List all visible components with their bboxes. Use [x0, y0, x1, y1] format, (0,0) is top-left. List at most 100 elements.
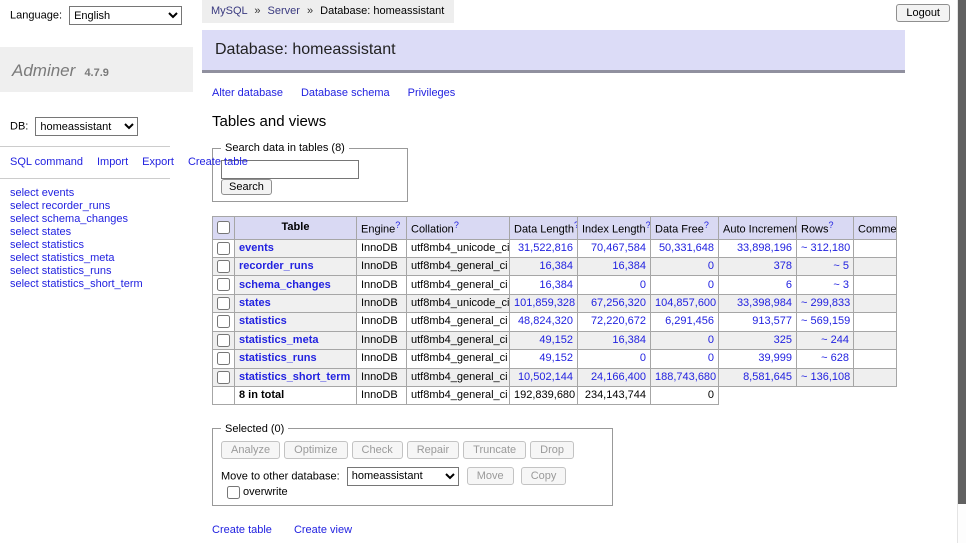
data-length-link[interactable]: 31,522,816: [518, 242, 573, 254]
selected-action-button[interactable]: Optimize: [284, 441, 347, 459]
search-button[interactable]: Search: [221, 179, 272, 195]
logout-button[interactable]: Logout: [896, 4, 950, 22]
data-free-link[interactable]: 0: [708, 352, 714, 364]
index-length-link[interactable]: 16,384: [612, 334, 646, 346]
auto-increment-link[interactable]: 33,898,196: [737, 242, 792, 254]
auto-increment-link[interactable]: 6: [786, 279, 792, 291]
data-length-link[interactable]: 16,384: [539, 260, 573, 272]
breadcrumb-link-mysql[interactable]: MySQL: [211, 5, 247, 17]
help-link-icon[interactable]: ?: [829, 220, 834, 230]
data-free-link[interactable]: 104,857,600: [655, 297, 716, 309]
row-checkbox[interactable]: [217, 315, 230, 328]
row-checkbox[interactable]: [217, 371, 230, 384]
row-checkbox[interactable]: [217, 352, 230, 365]
sidebar-table-link[interactable]: select recorder_runs: [10, 200, 183, 213]
data-free-link[interactable]: 0: [708, 334, 714, 346]
page-title: Database: homeassistant: [202, 30, 905, 73]
index-length-link[interactable]: 0: [640, 279, 646, 291]
sidebar-action-link[interactable]: Create table: [188, 156, 248, 168]
page-scrollbar[interactable]: [957, 0, 966, 543]
create-link[interactable]: Create view: [294, 524, 352, 536]
sidebar-action-link[interactable]: Import: [97, 156, 128, 168]
rows-link[interactable]: ~ 628: [821, 352, 849, 364]
cell-data-free: 0: [651, 276, 719, 294]
table-name-link[interactable]: statistics_runs: [239, 352, 317, 364]
database-action-link[interactable]: Alter database: [212, 87, 283, 99]
rows-link[interactable]: ~ 244: [821, 334, 849, 346]
index-length-link[interactable]: 70,467,584: [591, 242, 646, 254]
copy-button[interactable]: Copy: [521, 467, 567, 485]
create-link[interactable]: Create table: [212, 524, 272, 536]
rows-link[interactable]: ~ 299,833: [801, 297, 850, 309]
rows-link[interactable]: ~ 312,180: [801, 242, 850, 254]
sidebar-action-link[interactable]: Export: [142, 156, 174, 168]
data-free-link[interactable]: 50,331,648: [659, 242, 714, 254]
table-name-link[interactable]: states: [239, 297, 271, 309]
sidebar-table-link[interactable]: select statistics: [10, 239, 183, 252]
help-link-icon[interactable]: ?: [704, 220, 709, 230]
help-link-icon[interactable]: ?: [646, 220, 651, 230]
help-link-icon[interactable]: ?: [574, 220, 578, 230]
select-all-checkbox[interactable]: [217, 221, 230, 234]
sidebar-table-link[interactable]: select statistics_short_term: [10, 278, 183, 291]
breadcrumb-link-server[interactable]: Server: [268, 5, 300, 17]
index-length-link[interactable]: 67,256,320: [591, 297, 646, 309]
auto-increment-link[interactable]: 378: [774, 260, 792, 272]
rows-link[interactable]: ~ 136,108: [801, 371, 850, 383]
auto-increment-link[interactable]: 33,398,984: [737, 297, 792, 309]
row-checkbox[interactable]: [217, 278, 230, 291]
selected-action-button[interactable]: Truncate: [463, 441, 526, 459]
data-length-link[interactable]: 101,859,328: [514, 297, 575, 309]
selected-action-button[interactable]: Analyze: [221, 441, 280, 459]
data-free-link[interactable]: 6,291,456: [665, 315, 714, 327]
table-name-link[interactable]: events: [239, 242, 274, 254]
index-length-link[interactable]: 0: [640, 352, 646, 364]
sidebar-table-link[interactable]: select events: [10, 187, 183, 200]
row-checkbox[interactable]: [217, 297, 230, 310]
table-name-link[interactable]: recorder_runs: [239, 260, 314, 272]
row-checkbox[interactable]: [217, 334, 230, 347]
help-link-icon[interactable]: ?: [395, 220, 400, 230]
index-length-link[interactable]: 72,220,672: [591, 315, 646, 327]
selected-action-button[interactable]: Drop: [530, 441, 574, 459]
database-action-link[interactable]: Database schema: [301, 87, 390, 99]
sidebar-action-link[interactable]: SQL command: [10, 156, 83, 168]
rows-link[interactable]: ~ 3: [833, 279, 849, 291]
data-length-link[interactable]: 10,502,144: [518, 371, 573, 383]
sidebar-table-link[interactable]: select schema_changes: [10, 213, 183, 226]
selected-action-button[interactable]: Repair: [407, 441, 459, 459]
table-name-link[interactable]: statistics: [239, 315, 287, 327]
data-length-link[interactable]: 16,384: [539, 279, 573, 291]
table-name-link[interactable]: statistics_meta: [239, 334, 319, 346]
database-action-link[interactable]: Privileges: [408, 87, 456, 99]
move-button[interactable]: Move: [467, 467, 514, 485]
index-length-link[interactable]: 24,166,400: [591, 371, 646, 383]
db-select[interactable]: homeassistant: [35, 117, 138, 136]
language-select[interactable]: English: [69, 6, 182, 25]
data-length-link[interactable]: 48,824,320: [518, 315, 573, 327]
table-name-link[interactable]: schema_changes: [239, 279, 331, 291]
sidebar-table-link[interactable]: select states: [10, 226, 183, 239]
data-length-link[interactable]: 49,152: [539, 334, 573, 346]
auto-increment-link[interactable]: 39,999: [758, 352, 792, 364]
move-database-select[interactable]: homeassistant: [347, 467, 459, 486]
sidebar-table-link[interactable]: select statistics_runs: [10, 265, 183, 278]
auto-increment-link[interactable]: 913,577: [752, 315, 792, 327]
auto-increment-link[interactable]: 8,581,645: [743, 371, 792, 383]
data-length-link[interactable]: 49,152: [539, 352, 573, 364]
rows-link[interactable]: ~ 569,159: [801, 315, 850, 327]
row-checkbox[interactable]: [217, 260, 230, 273]
auto-increment-link[interactable]: 325: [774, 334, 792, 346]
rows-link[interactable]: ~ 5: [833, 260, 849, 272]
data-free-link[interactable]: 0: [708, 260, 714, 272]
scrollbar-thumb[interactable]: [958, 0, 966, 504]
table-name-link[interactable]: statistics_short_term: [239, 371, 350, 383]
row-checkbox[interactable]: [217, 242, 230, 255]
data-free-link[interactable]: 0: [708, 279, 714, 291]
overwrite-checkbox[interactable]: [227, 486, 240, 499]
index-length-link[interactable]: 16,384: [612, 260, 646, 272]
selected-action-button[interactable]: Check: [352, 441, 403, 459]
help-link-icon[interactable]: ?: [454, 220, 459, 230]
sidebar-table-link[interactable]: select statistics_meta: [10, 252, 183, 265]
data-free-link[interactable]: 188,743,680: [655, 371, 716, 383]
